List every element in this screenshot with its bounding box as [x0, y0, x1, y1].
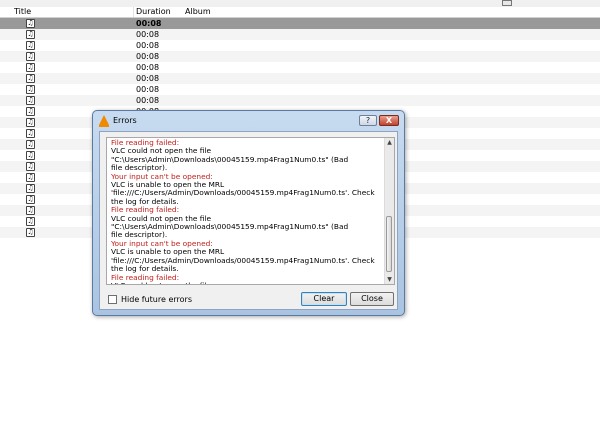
hide-future-errors-label[interactable]: Hide future errors	[121, 294, 192, 305]
table-row[interactable]: ♫ 00:08	[0, 73, 600, 84]
row-duration: 00:08	[136, 41, 160, 50]
file-icon: ♫	[26, 151, 35, 160]
table-row[interactable]: ♫ 00:08	[0, 18, 600, 29]
row-duration: 00:08	[136, 30, 160, 39]
error-entry-message: VLC could not open the file "C:\Users\Ad…	[111, 213, 349, 232]
dialog-close-button[interactable]: X	[379, 115, 399, 126]
column-header-album[interactable]: Album	[185, 7, 211, 17]
file-icon: ♫	[26, 52, 35, 61]
file-icon: ♫	[26, 41, 35, 50]
error-log-scrollbar[interactable]: ▲ ▼	[384, 138, 394, 284]
hide-future-errors-checkbox[interactable]	[108, 295, 117, 304]
table-row[interactable]: ♫ 00:08	[0, 95, 600, 106]
row-duration: 00:08	[136, 85, 160, 94]
file-icon: ♫	[26, 195, 35, 204]
file-icon: ♫	[26, 173, 35, 182]
vlc-cone-icon	[99, 115, 109, 127]
error-entry-message: 'file:///C:/Users/Admin/Downloads/000451…	[111, 255, 375, 274]
errors-dialog: Errors ? X File reading failed: VLC could…	[92, 110, 405, 316]
clear-button[interactable]: Clear	[301, 292, 347, 306]
table-row[interactable]: ♫ 00:08	[0, 29, 600, 40]
error-entry-message: VLC could not open the file "C:\Users\Ad…	[111, 146, 349, 164]
error-entry: File reading failed:VLC could not open t…	[111, 205, 383, 240]
error-log-textbox[interactable]: File reading failed: VLC could not open t…	[106, 137, 395, 285]
file-icon: ♫	[26, 184, 35, 193]
error-entry-message: 'file:///C:/Users/Admin/Downloads/000451…	[111, 188, 375, 206]
error-entry: Your input can't be opened: VLC is unable…	[111, 172, 383, 207]
error-log: File reading failed: VLC could not open t…	[111, 138, 383, 284]
row-duration: 00:08	[136, 74, 160, 83]
column-header-duration[interactable]: Duration	[136, 7, 171, 17]
file-icon: ♫	[26, 228, 35, 237]
file-icon: ♫	[26, 74, 35, 83]
file-icon: ♫	[26, 107, 35, 116]
file-icon: ♫	[26, 129, 35, 138]
table-row[interactable]: ♫ 00:08	[0, 84, 600, 95]
file-icon: ♫	[26, 30, 35, 39]
file-icon: ♫	[26, 63, 35, 72]
file-icon: ♫	[26, 118, 35, 127]
error-entry: File reading failed:VLC could not open t…	[111, 138, 383, 173]
table-row[interactable]: ♫ 00:08	[0, 62, 600, 73]
column-divider[interactable]	[133, 7, 134, 17]
scroll-thumb[interactable]	[386, 216, 392, 272]
dialog-title: Errors	[113, 116, 137, 125]
dialog-client-area: File reading failed: VLC could not open t…	[99, 131, 398, 310]
row-duration: 00:08	[136, 19, 162, 28]
close-button[interactable]: Close	[350, 292, 394, 306]
error-entry: File reading failed:VLC could not open t…	[111, 273, 383, 284]
row-duration: 00:08	[136, 63, 160, 72]
window-corner-button[interactable]	[502, 0, 512, 6]
file-icon: ♫	[26, 206, 35, 215]
playlist-header: Title Duration Album	[0, 7, 600, 18]
file-icon: ♫	[26, 96, 35, 105]
help-button[interactable]: ?	[359, 115, 377, 126]
error-entry: Your input can't be opened: VLC is unable…	[111, 239, 383, 274]
file-icon: ♫	[26, 162, 35, 171]
row-duration: 00:08	[136, 96, 160, 105]
file-icon: ♫	[26, 19, 35, 28]
dialog-titlebar[interactable]: Errors ? X	[93, 111, 404, 131]
scroll-up-arrow-icon[interactable]: ▲	[385, 138, 394, 147]
file-icon: ♫	[26, 140, 35, 149]
table-row[interactable]: ♫ 00:08	[0, 51, 600, 62]
column-header-title[interactable]: Title	[14, 7, 31, 17]
row-duration: 00:08	[136, 52, 160, 61]
file-icon: ♫	[26, 217, 35, 226]
table-row[interactable]: ♫ 00:08	[0, 40, 600, 51]
file-icon: ♫	[26, 85, 35, 94]
error-entry-message: VLC could not open the file "C:\Users\Ad…	[111, 281, 383, 284]
scroll-down-arrow-icon[interactable]: ▼	[385, 275, 394, 284]
